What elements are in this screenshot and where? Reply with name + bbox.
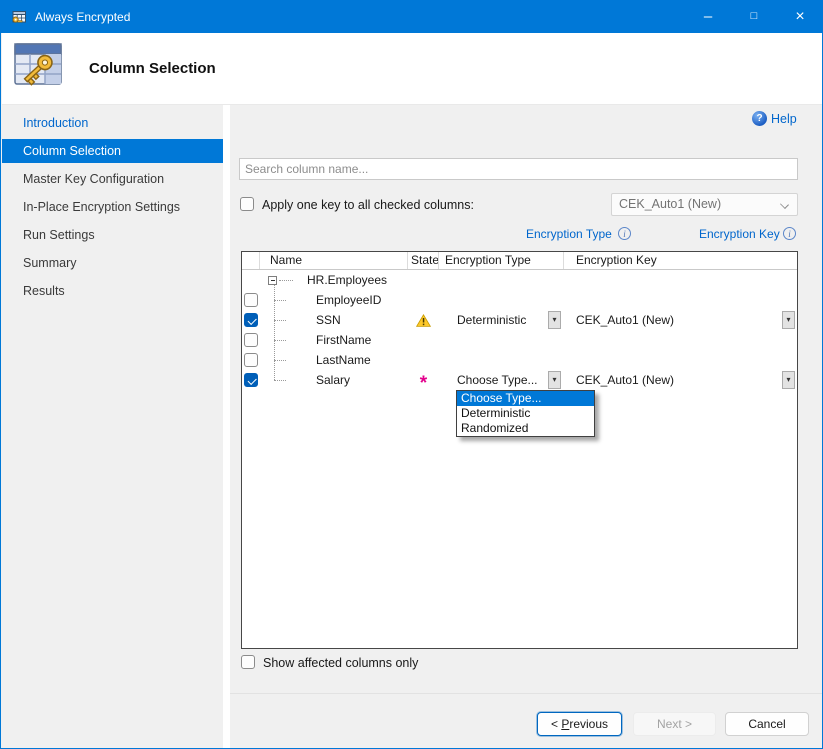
encryption-type-dropdown-button[interactable]: ▾ <box>548 371 561 389</box>
help-link[interactable]: Help <box>752 111 797 126</box>
apply-one-key-label: Apply one key to all checked columns: <box>262 198 474 212</box>
tree-connector-line <box>274 285 275 380</box>
title-bar: Always Encrypted – □ × <box>1 1 823 33</box>
sidebar-item-in-place-encryption-settings[interactable]: In-Place Encryption Settings <box>2 195 223 219</box>
encryption-type-link[interactable]: Encryption Type <box>526 227 612 241</box>
encryption-type-value[interactable]: Deterministic <box>457 313 526 327</box>
cek-key-combobox: CEK_Auto1 (New) <box>611 193 798 216</box>
show-affected-columns-checkbox[interactable] <box>241 655 255 669</box>
encryption-type-dropdown-button[interactable]: ▾ <box>548 311 561 329</box>
sidebar-item-master-key-configuration[interactable]: Master Key Configuration <box>2 167 223 191</box>
grid-header-encryption-type: Encryption Type <box>439 252 564 269</box>
footer-separator <box>230 693 823 694</box>
previous-button[interactable]: < Previous <box>537 712 622 736</box>
encryption-key-link[interactable]: Encryption Key <box>699 227 780 241</box>
sidebar-item-summary[interactable]: Summary <box>2 251 223 275</box>
warning-icon <box>416 314 431 327</box>
encryption-type-info-icon[interactable] <box>618 227 631 240</box>
encryption-key-value[interactable]: CEK_Auto1 (New) <box>576 313 674 327</box>
chevron-down-icon <box>780 200 789 209</box>
table-row-ssn[interactable]: SSN Deterministic ▾ CEK_Auto1 (New) ▾ <box>242 310 797 330</box>
column-name: LastName <box>316 353 371 367</box>
help-label: Help <box>771 112 797 126</box>
column-name: SSN <box>316 313 341 327</box>
row-checkbox-firstname[interactable] <box>244 333 258 347</box>
sidebar-item-results[interactable]: Results <box>2 279 223 303</box>
tree-stub <box>274 360 286 361</box>
table-row-firstname[interactable]: FirstName <box>242 330 797 350</box>
help-icon <box>752 111 767 126</box>
table-row-lastname[interactable]: LastName <box>242 350 797 370</box>
sidebar-item-run-settings[interactable]: Run Settings <box>2 223 223 247</box>
encryption-key-dropdown-button[interactable]: ▾ <box>782 311 795 329</box>
encryption-key-info-icon[interactable] <box>783 227 796 240</box>
sidebar-divider <box>223 105 230 749</box>
window-title: Always Encrypted <box>35 1 130 33</box>
group-name: HR.Employees <box>307 273 387 287</box>
sidebar-item-introduction[interactable]: Introduction <box>2 111 223 135</box>
tree-stub <box>274 340 286 341</box>
app-table-key-icon <box>11 9 27 25</box>
page-title: Column Selection <box>89 60 216 77</box>
encryption-type-dropdown-popup: Choose Type... Deterministic Randomized <box>456 390 595 437</box>
row-checkbox-salary[interactable] <box>244 373 258 387</box>
dropdown-option-randomized[interactable]: Randomized <box>457 421 594 436</box>
column-name: FirstName <box>316 333 371 347</box>
table-row-group[interactable]: HR.Employees <box>242 270 797 290</box>
row-checkbox-ssn[interactable] <box>244 313 258 327</box>
grid-header-checkbox-column <box>242 252 260 269</box>
tree-stub <box>274 380 286 381</box>
columns-grid: Name State Encryption Type Encryption Ke… <box>241 251 798 649</box>
cek-key-combobox-value: CEK_Auto1 (New) <box>619 194 721 215</box>
close-button[interactable]: × <box>777 1 823 33</box>
table-row-salary[interactable]: Salary * Choose Type... ▾ CEK_Auto1 (New… <box>242 370 797 390</box>
show-affected-columns-label: Show affected columns only <box>263 656 418 670</box>
wizard-steps-sidebar: Introduction Column Selection Master Key… <box>2 105 223 693</box>
column-name: Salary <box>316 373 350 387</box>
row-checkbox-employeeid[interactable] <box>244 293 258 307</box>
minimize-button[interactable]: – <box>685 1 731 33</box>
grid-header-row: Name State Encryption Type Encryption Ke… <box>242 252 797 270</box>
encryption-type-value[interactable]: Choose Type... <box>457 373 538 387</box>
maximize-button[interactable]: □ <box>731 1 777 33</box>
required-asterisk-icon: * <box>420 379 427 389</box>
apply-one-key-checkbox[interactable] <box>240 197 254 211</box>
always-encrypted-wizard-window: Always Encrypted – □ × Column Selection … <box>0 0 823 749</box>
grid-header-state: State <box>408 252 439 269</box>
table-key-icon <box>11 41 65 89</box>
tree-collapse-icon[interactable] <box>268 276 277 285</box>
grid-header-name: Name <box>260 252 408 269</box>
tree-stub <box>274 320 286 321</box>
column-name: EmployeeID <box>316 293 381 307</box>
dropdown-option-deterministic[interactable]: Deterministic <box>457 406 594 421</box>
sidebar-item-column-selection[interactable]: Column Selection <box>2 139 223 163</box>
dropdown-option-choose-type[interactable]: Choose Type... <box>457 391 594 406</box>
tree-stub <box>274 300 286 301</box>
tree-stub <box>279 280 293 281</box>
cancel-button[interactable]: Cancel <box>725 712 809 736</box>
encryption-key-value[interactable]: CEK_Auto1 (New) <box>576 373 674 387</box>
next-button: Next > <box>633 712 716 736</box>
row-checkbox-lastname[interactable] <box>244 353 258 367</box>
grid-header-encryption-key: Encryption Key <box>564 252 797 269</box>
table-row-employeeid[interactable]: EmployeeID <box>242 290 797 310</box>
encryption-key-dropdown-button[interactable]: ▾ <box>782 371 795 389</box>
search-column-input[interactable] <box>239 158 798 180</box>
